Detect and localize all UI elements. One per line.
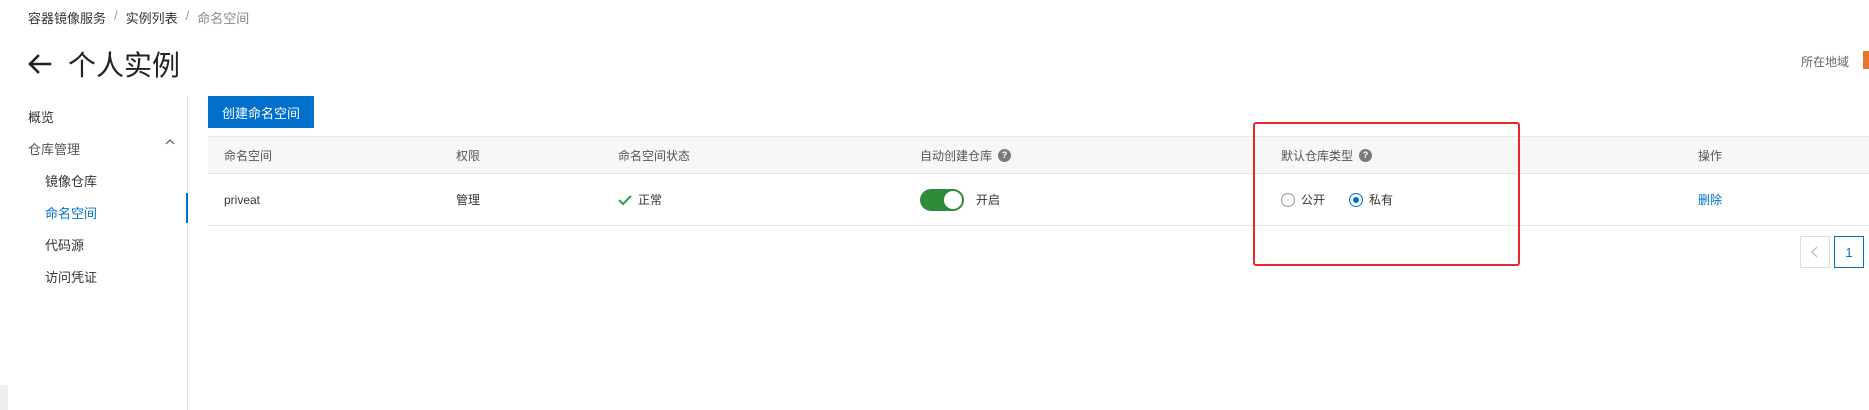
sidebar-active-indicator: [186, 193, 188, 223]
permission-value: 管理: [456, 174, 480, 225]
pagination: 1: [1800, 236, 1864, 268]
breadcrumb-item-service[interactable]: 容器镜像服务: [28, 8, 106, 27]
sidebar-edge: [0, 385, 8, 410]
sidebar-item-image-repos[interactable]: 镜像仓库: [45, 171, 97, 190]
breadcrumb: 容器镜像服务 / 实例列表 / 命名空间: [28, 8, 249, 27]
header-action-label: 操作: [1698, 148, 1723, 163]
header-auto-create: 自动创建仓库 ?: [920, 137, 1012, 173]
header-status-label: 命名空间状态: [618, 148, 691, 163]
permission-value-text: 管理: [456, 193, 481, 207]
check-icon: [618, 194, 632, 205]
header-status: 命名空间状态: [618, 137, 690, 173]
breadcrumb-separator: /: [114, 8, 118, 23]
prev-page-button[interactable]: [1800, 236, 1830, 268]
namespace-name: priveat: [224, 174, 260, 225]
table-header: 命名空间 权限 命名空间状态 自动创建仓库 ? 默认仓库类型 ? 操作: [208, 136, 1869, 174]
page-1-button[interactable]: 1: [1834, 236, 1864, 268]
header-permission-label: 权限: [456, 148, 481, 163]
breadcrumb-item-instances[interactable]: 实例列表: [126, 8, 178, 27]
page-header: 个人实例: [26, 44, 180, 84]
auto-create-value: 开启: [920, 174, 1000, 225]
chevron-up-icon[interactable]: [165, 139, 175, 145]
auto-create-toggle[interactable]: [920, 188, 964, 211]
create-namespace-button[interactable]: 创建命名空间: [208, 96, 314, 128]
page-title: 个人实例: [68, 50, 181, 81]
sidebar-item-namespaces[interactable]: 命名空间: [45, 203, 97, 222]
header-action: 操作: [1698, 137, 1722, 173]
action-cell: 删除: [1698, 174, 1722, 225]
table-row: priveat 管理 正常 开启 公开 私有 删除: [208, 174, 1869, 226]
region-label: 所在地域: [1800, 55, 1849, 69]
breadcrumb-separator: /: [185, 8, 190, 23]
sidebar-item-overview[interactable]: 概览: [28, 107, 54, 126]
region-selector[interactable]: [1863, 51, 1869, 69]
highlight-box: [1253, 122, 1520, 266]
header-namespace-label: 命名空间: [224, 148, 273, 163]
header-namespace: 命名空间: [224, 137, 272, 173]
namespace-name-text: priveat: [224, 192, 261, 207]
back-arrow-icon[interactable]: [26, 53, 52, 75]
chevron-left-icon: [1811, 246, 1818, 258]
header-auto-create-label: 自动创建仓库: [920, 148, 993, 163]
namespace-table: 命名空间 权限 命名空间状态 自动创建仓库 ? 默认仓库类型 ? 操作 priv…: [208, 136, 1869, 228]
auto-create-text: 开启: [976, 193, 1001, 207]
sidebar: 概览 仓库管理 镜像仓库 命名空间 代码源 访问凭证: [0, 96, 188, 410]
header-permission: 权限: [456, 137, 480, 173]
breadcrumb-item-current: 命名空间: [197, 11, 250, 26]
sidebar-item-code-sources[interactable]: 代码源: [45, 235, 84, 254]
sidebar-item-access-credentials[interactable]: 访问凭证: [45, 267, 97, 286]
status-value: 正常: [618, 174, 662, 225]
toggle-knob: [944, 190, 962, 209]
delete-link[interactable]: 删除: [1698, 191, 1722, 208]
help-icon[interactable]: ?: [998, 148, 1012, 162]
sidebar-item-repo-management[interactable]: 仓库管理: [28, 139, 80, 158]
status-text: 正常: [638, 193, 663, 207]
